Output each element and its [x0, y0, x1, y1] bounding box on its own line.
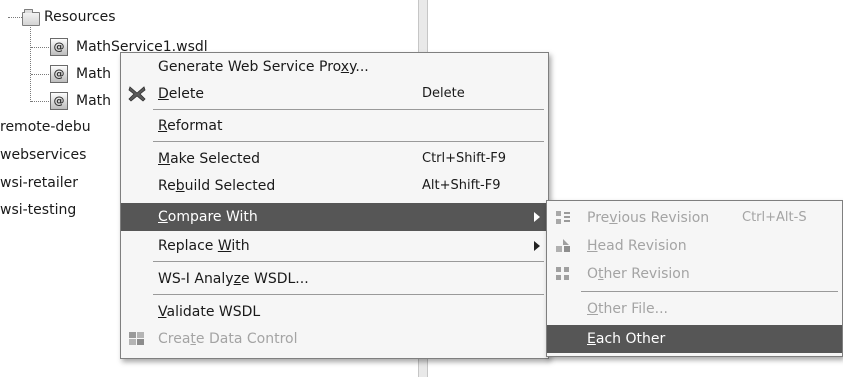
menu-separator	[153, 294, 544, 295]
wsdl-file-icon: @	[50, 92, 68, 110]
menu-item-make-selected[interactable]: Make Selected Ctrl+Shift-F9	[121, 145, 548, 173]
submenu-arrow-icon	[534, 241, 540, 251]
tree-item-label: Math	[76, 66, 112, 82]
tree-item-label: Resources	[44, 9, 116, 25]
menu-item-generate-proxy[interactable]: Generate Web Service Proxy...	[121, 53, 548, 81]
data-control-icon	[127, 330, 147, 348]
tree-item-project[interactable]: wsi-retailer	[0, 172, 78, 194]
other-revision-icon	[553, 265, 573, 283]
menu-item-each-other[interactable]: Each Other	[547, 325, 842, 353]
head-revision-icon	[553, 237, 573, 255]
menu-separator	[581, 291, 838, 292]
compare-with-submenu: Previous Revision Ctrl+Alt-S Head Revisi…	[546, 200, 843, 357]
menu-item-create-data-control: Create Data Control	[121, 325, 548, 353]
menu-item-other-revision: Other Revision	[547, 260, 842, 288]
menu-item-reformat[interactable]: Reformat	[121, 112, 548, 140]
menu-item-delete[interactable]: Delete Delete	[121, 80, 548, 108]
delete-icon	[127, 85, 147, 103]
menu-separator	[153, 261, 544, 262]
tree-item-label: Math	[76, 93, 112, 109]
menu-item-compare-with[interactable]: Compare With	[121, 203, 548, 231]
tree-item-project[interactable]: webservices	[0, 144, 86, 166]
menu-item-head-revision: Head Revision	[547, 232, 842, 260]
wsdl-file-icon: @	[50, 65, 68, 83]
menu-separator	[153, 141, 544, 142]
menu-item-previous-revision: Previous Revision Ctrl+Alt-S	[547, 204, 842, 232]
tree-item-project[interactable]: wsi-testing	[0, 199, 76, 221]
tree-connector	[8, 17, 22, 18]
submenu-arrow-icon	[534, 212, 540, 222]
previous-revision-icon	[553, 209, 573, 227]
tree-connector	[31, 47, 49, 48]
wsdl-file-icon: @	[50, 38, 68, 56]
tree-connector	[31, 101, 49, 102]
menu-separator	[153, 109, 544, 110]
menu-item-replace-with[interactable]: Replace With	[121, 232, 548, 260]
menu-item-rebuild-selected[interactable]: Rebuild Selected Alt+Shift-F9	[121, 172, 548, 200]
tree-item-project[interactable]: remote-debu	[0, 116, 91, 138]
menu-item-other-file: Other File...	[587, 301, 668, 317]
tree-connector	[31, 74, 49, 75]
folder-icon	[22, 9, 40, 26]
menu-item-validate-wsdl[interactable]: Validate WSDL	[121, 298, 548, 326]
context-menu: Generate Web Service Proxy... Delete Del…	[120, 52, 549, 359]
menu-item-wsi-analyze[interactable]: WS-I Analyze WSDL...	[121, 265, 548, 293]
tree-connector	[30, 24, 31, 102]
